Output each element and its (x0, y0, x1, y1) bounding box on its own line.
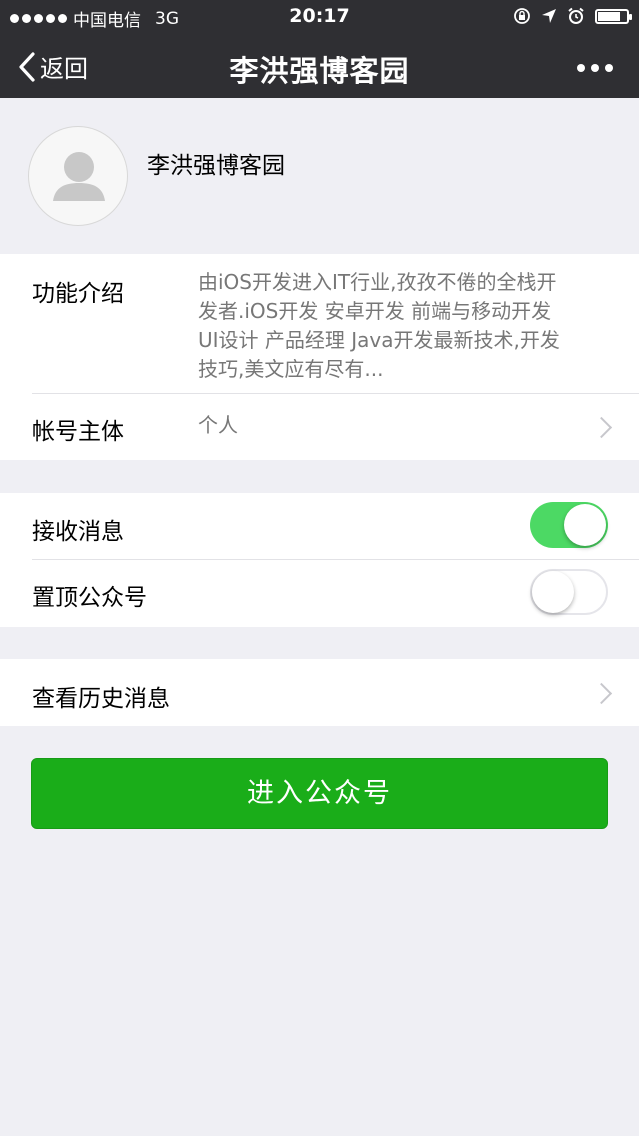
intro-label: 功能介绍 (32, 281, 124, 307)
chevron-right-icon (590, 682, 613, 705)
navigation-bar: 返回 李洪强博客园 (0, 34, 639, 98)
status-right (513, 7, 632, 25)
top-bar: 中国电信 3G 20:17 返回 李洪强博客园 (0, 0, 639, 98)
receive-messages-toggle[interactable] (530, 502, 608, 548)
page-title: 李洪强博客园 (229, 54, 410, 88)
battery-icon (595, 8, 632, 24)
toggle-knob (564, 504, 606, 546)
orientation-lock-icon (514, 8, 530, 24)
pin-account-toggle[interactable] (530, 569, 608, 615)
account-subject-label: 帐号主体 (32, 419, 124, 445)
status-bar: 中国电信 3G 20:17 (0, 0, 639, 34)
intro-line: 由iOS开发进入IT行业,孜孜不倦的全栈开 (198, 270, 557, 294)
settings-group: 接收消息 置顶公众号 (0, 493, 639, 627)
alarm-clock-icon (568, 7, 584, 24)
ellipsis-icon[interactable] (577, 64, 613, 72)
intro-row: 功能介绍 由iOS开发进入IT行业,孜孜不倦的全栈开 发者.iOS开发 安卓开发… (0, 254, 639, 393)
profile-header: 李洪强博客园 (0, 98, 639, 254)
receive-messages-label: 接收消息 (32, 519, 124, 545)
info-group: 功能介绍 由iOS开发进入IT行业,孜孜不倦的全栈开 发者.iOS开发 安卓开发… (0, 254, 639, 460)
enter-official-account-button[interactable]: 进入公众号 (31, 758, 608, 829)
account-name: 李洪强博客园 (147, 153, 285, 179)
account-subject-value: 个人 (198, 413, 238, 437)
pin-account-label: 置顶公众号 (32, 585, 147, 611)
view-history-label: 查看历史消息 (32, 686, 170, 712)
default-user-icon (53, 152, 105, 201)
intro-line: UI设计 产品经理 Java开发最新技术,开发 (198, 328, 560, 352)
toggle-knob (532, 571, 574, 613)
pin-account-row: 置顶公众号 (0, 560, 639, 627)
battery-fill (598, 11, 620, 21)
intro-line: 发者.iOS开发 安卓开发 前端与移动开发 (198, 299, 552, 323)
view-history-row[interactable]: 查看历史消息 (0, 659, 639, 726)
avatar[interactable] (28, 126, 128, 226)
history-group: 查看历史消息 (0, 659, 639, 726)
chevron-right-icon (590, 416, 613, 439)
account-subject-row[interactable]: 帐号主体 个人 (0, 394, 639, 460)
location-arrow-icon (542, 9, 556, 23)
intro-line: 技巧,美文应有尽有... (198, 357, 384, 381)
receive-messages-row: 接收消息 (0, 493, 639, 559)
intro-text: 由iOS开发进入IT行业,孜孜不倦的全栈开 发者.iOS开发 安卓开发 前端与移… (198, 268, 560, 384)
